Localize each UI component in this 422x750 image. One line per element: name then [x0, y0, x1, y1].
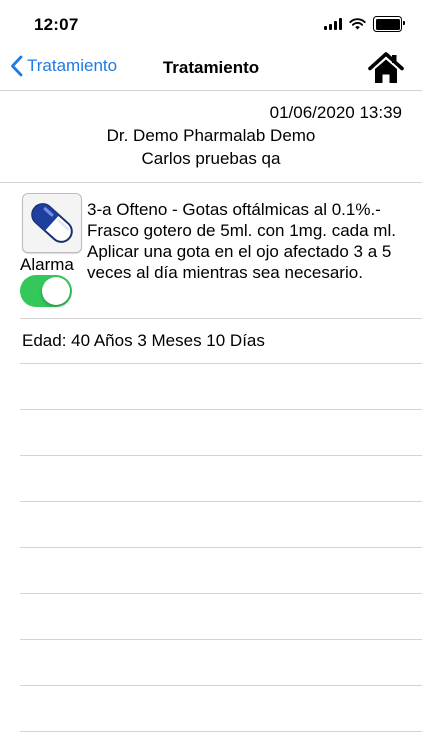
empty-row	[20, 548, 422, 594]
prescription-header: 01/06/2020 13:39 Dr. Demo Pharmalab Demo…	[0, 92, 422, 183]
empty-row	[20, 594, 422, 640]
alarm-label: Alarma	[20, 255, 74, 274]
home-button[interactable]	[368, 50, 404, 86]
empty-row	[20, 364, 422, 410]
wifi-icon	[349, 18, 366, 30]
empty-row	[20, 456, 422, 502]
prescription-datetime: 01/06/2020 13:39	[269, 103, 402, 122]
signal-icon	[324, 18, 342, 30]
toggle-knob	[42, 277, 70, 305]
age-row: Edad: 40 Años 3 Meses 10 Días	[20, 318, 422, 364]
empty-row	[20, 686, 422, 732]
empty-row	[20, 502, 422, 548]
battery-icon	[373, 16, 405, 32]
empty-row	[20, 640, 422, 686]
medication-text: 3-a Ofteno - Gotas oftálmicas al 0.1%.- …	[87, 199, 407, 283]
status-bar: 12:07	[0, 0, 422, 50]
empty-row	[20, 410, 422, 456]
status-time: 12:07	[34, 15, 79, 34]
patient-age: Edad: 40 Años 3 Meses 10 Días	[22, 331, 265, 350]
status-icons	[324, 16, 405, 32]
patient-name: Carlos pruebas qa	[141, 149, 281, 168]
doctor-name: Dr. Demo Pharmalab Demo	[106, 126, 316, 145]
medication-row[interactable]: Alarma 3-a Ofteno - Gotas oftálmicas al …	[20, 182, 422, 319]
page-title: Tratamiento	[162, 58, 260, 77]
pill-capsule-icon	[22, 193, 82, 253]
navigation-bar: Tratamiento Tratamiento	[0, 48, 422, 91]
medication-instructions: Aplicar una gota en el ojo afectado 3 a …	[87, 242, 392, 282]
medication-name: 3-a Ofteno - Gotas oftálmicas al 0.1%.- …	[87, 200, 396, 240]
alarm-toggle[interactable]	[20, 275, 72, 307]
home-icon	[368, 52, 404, 83]
